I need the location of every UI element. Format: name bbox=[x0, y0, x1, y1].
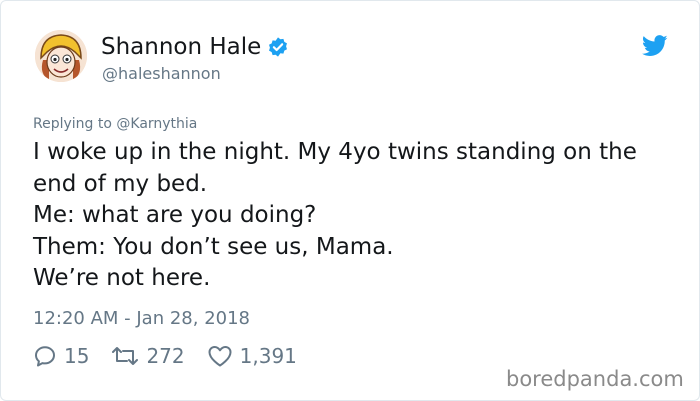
tweet-card: Shannon Hale @haleshannon Replying to @K… bbox=[0, 0, 700, 401]
like-icon bbox=[208, 346, 232, 367]
watermark: boredpanda.com bbox=[506, 367, 684, 391]
like-button[interactable]: 1,391 bbox=[207, 344, 297, 368]
avatar[interactable] bbox=[35, 30, 87, 82]
author-handle[interactable]: @haleshannon bbox=[102, 64, 221, 83]
tweet-actions: 15 272 1,391 bbox=[33, 344, 319, 368]
retweet-button[interactable]: 272 bbox=[111, 344, 185, 368]
tweet-line: Them: You don’t see us, Mama. bbox=[33, 233, 394, 260]
replying-to-label[interactable]: Replying to @Karnythia bbox=[33, 116, 197, 132]
reply-icon bbox=[35, 346, 55, 367]
author-name-row[interactable]: Shannon Hale bbox=[101, 34, 289, 60]
tweet-line: We’re not here. bbox=[33, 265, 211, 291]
tweet-line: end of my bed. bbox=[33, 170, 208, 197]
like-count: 1,391 bbox=[239, 344, 297, 368]
reply-button[interactable]: 15 bbox=[33, 344, 89, 368]
retweet-count: 272 bbox=[146, 344, 185, 368]
tweet-line: Me: what are you doing? bbox=[33, 202, 317, 228]
verified-badge-icon bbox=[269, 37, 288, 57]
tweet-line: I woke up in the night. My 4yo twins sta… bbox=[33, 139, 637, 165]
twitter-bird-icon[interactable] bbox=[642, 35, 668, 57]
author-name[interactable]: Shannon Hale bbox=[101, 34, 261, 60]
retweet-icon bbox=[112, 347, 139, 365]
tweet-text: I woke up in the night. My 4yo twins sta… bbox=[33, 137, 678, 295]
reply-count: 15 bbox=[64, 344, 90, 368]
tweet-timestamp[interactable]: 12:20 AM - Jan 28, 2018 bbox=[33, 308, 250, 329]
